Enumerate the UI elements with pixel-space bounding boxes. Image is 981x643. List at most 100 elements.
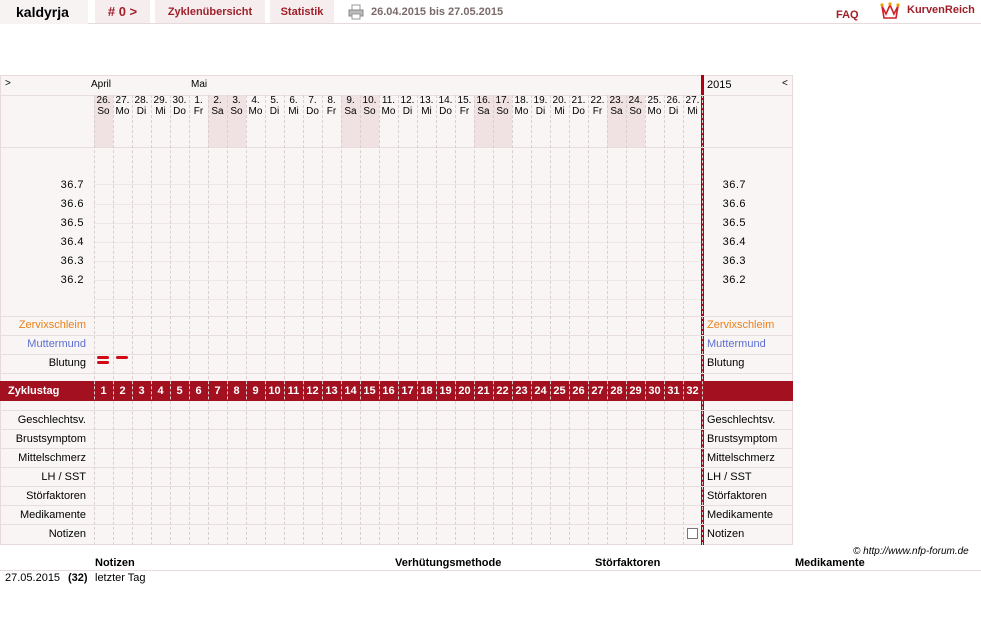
day-header[interactable]: 13. Mi [417, 95, 436, 117]
day-date: 22. [590, 95, 605, 106]
day-header[interactable]: 12. Di [398, 95, 417, 117]
temp-label-right: 36.5 [722, 217, 746, 229]
day-header[interactable]: 29. Mi [151, 95, 170, 117]
day-header[interactable]: 17. So [493, 95, 512, 117]
day-weekday: So [97, 106, 110, 117]
day-header[interactable]: 3. So [227, 95, 246, 117]
temp-label-left: 36.4 [60, 236, 84, 248]
day-column-line [303, 95, 304, 545]
grid-row-line [0, 316, 793, 317]
day-weekday: So [496, 106, 509, 117]
day-column-line [151, 95, 152, 545]
day-header[interactable]: 25. Mo [645, 95, 664, 117]
row-label-right[interactable]: Zervixschleim [707, 319, 774, 331]
row-label-right[interactable]: Blutung [707, 357, 744, 369]
day-column-line [569, 95, 570, 545]
day-header[interactable]: 28. Di [132, 95, 151, 117]
day-header[interactable]: 1. Fr [189, 95, 208, 117]
row-label-right[interactable]: Mittelschmerz [707, 452, 775, 464]
row-label-left[interactable]: Muttermund [0, 338, 86, 350]
note-date: 27.05.2015 [5, 572, 61, 584]
row-label-left[interactable]: Brustsymptom [0, 433, 86, 445]
cycle-day-number: 22 [496, 385, 509, 397]
nav-next-button[interactable]: < [782, 78, 788, 89]
col-disturbances: Störfaktoren [595, 557, 661, 569]
day-header[interactable]: 26. Di [664, 95, 683, 117]
col-contraception: Verhütungsmethode [395, 557, 502, 569]
day-header[interactable]: 6. Mi [284, 95, 303, 117]
day-column-line [455, 95, 456, 545]
day-weekday: Do [173, 106, 186, 117]
day-date: 3. [232, 95, 241, 106]
temp-label-right: 36.7 [722, 179, 746, 191]
day-column-line [341, 95, 342, 545]
day-date: 5. [270, 95, 279, 106]
day-header[interactable]: 30. Do [170, 95, 189, 117]
day-header[interactable]: 4. Mo [246, 95, 265, 117]
cycle-day-number: 21 [477, 385, 490, 397]
day-header[interactable]: 27. Mo [113, 95, 132, 117]
day-header[interactable]: 10. So [360, 95, 379, 117]
nav-prev-button[interactable]: > [5, 78, 11, 89]
day-header[interactable]: 22. Fr [588, 95, 607, 117]
note-text: letzter Tag [95, 572, 146, 584]
row-label-right[interactable]: LH / SST [707, 471, 752, 483]
row-label-left[interactable]: Notizen [0, 528, 86, 540]
day-column-line [170, 95, 171, 545]
day-header[interactable]: 20. Mi [550, 95, 569, 117]
day-header[interactable]: 18. Mo [512, 95, 531, 117]
user-name: kaldyrja [0, 0, 88, 24]
day-date: 13. [419, 95, 434, 106]
day-date: 17. [495, 95, 510, 106]
day-header[interactable]: 14. Do [436, 95, 455, 117]
day-weekday: Sa [344, 106, 357, 117]
day-header[interactable]: 27. Mi [683, 95, 702, 117]
cycle-day-number: 17 [401, 385, 414, 397]
day-header[interactable]: 21. Do [569, 95, 588, 117]
faq-link[interactable]: FAQ [836, 3, 859, 27]
row-label-left[interactable]: Blutung [0, 357, 86, 369]
day-weekday: Sa [211, 106, 224, 117]
day-header[interactable]: 19. Di [531, 95, 550, 117]
day-header[interactable]: 2. Sa [208, 95, 227, 117]
tab-statistics[interactable]: Statistik [270, 0, 334, 23]
cycle-day-number: 24 [534, 385, 547, 397]
note-icon[interactable] [687, 528, 698, 539]
day-header[interactable]: 9. Sa [341, 95, 360, 117]
day-weekday: Sa [610, 106, 623, 117]
day-column-line [94, 95, 95, 545]
day-header[interactable]: 5. Di [265, 95, 284, 117]
cycle-day-number: 11 [287, 385, 300, 397]
row-label-right[interactable]: Medikamente [707, 509, 773, 521]
day-header[interactable]: 7. Do [303, 95, 322, 117]
day-header[interactable]: 11. Mo [379, 95, 398, 117]
day-header[interactable]: 23. Sa [607, 95, 626, 117]
row-label-left[interactable]: Mittelschmerz [0, 452, 86, 464]
day-weekday: Di [402, 106, 413, 117]
day-date: 27. [115, 95, 130, 106]
day-weekday: Mi [554, 106, 565, 117]
row-label-right[interactable]: Störfaktoren [707, 490, 767, 502]
day-column-line [132, 95, 133, 545]
row-label-right[interactable]: Geschlechtsv. [707, 414, 775, 426]
row-label-left[interactable]: Zervixschleim [0, 319, 86, 331]
day-column-line [436, 95, 437, 545]
print-icon[interactable] [348, 4, 364, 20]
row-label-left[interactable]: Medikamente [0, 509, 86, 521]
day-header[interactable]: 8. Fr [322, 95, 341, 117]
row-label-right[interactable]: Notizen [707, 528, 744, 540]
day-header[interactable]: 24. So [626, 95, 645, 117]
row-label-left[interactable]: Störfaktoren [0, 490, 86, 502]
day-header[interactable]: 26. So [94, 95, 113, 117]
day-header[interactable]: 16. Sa [474, 95, 493, 117]
day-header[interactable]: 15. Fr [455, 95, 474, 117]
cycle-day-number: 31 [667, 385, 680, 397]
row-label-left[interactable]: Geschlechtsv. [0, 414, 86, 426]
day-date: 4. [251, 95, 260, 106]
cycle-nav-button[interactable]: # 0 > [95, 0, 150, 23]
row-label-left[interactable]: LH / SST [0, 471, 86, 483]
tab-cycle-overview[interactable]: Zyklenübersicht [155, 0, 265, 23]
row-label-right[interactable]: Brustsymptom [707, 433, 777, 445]
row-label-right[interactable]: Muttermund [707, 338, 766, 350]
cycle-day-label: Zyklustag [8, 385, 60, 397]
